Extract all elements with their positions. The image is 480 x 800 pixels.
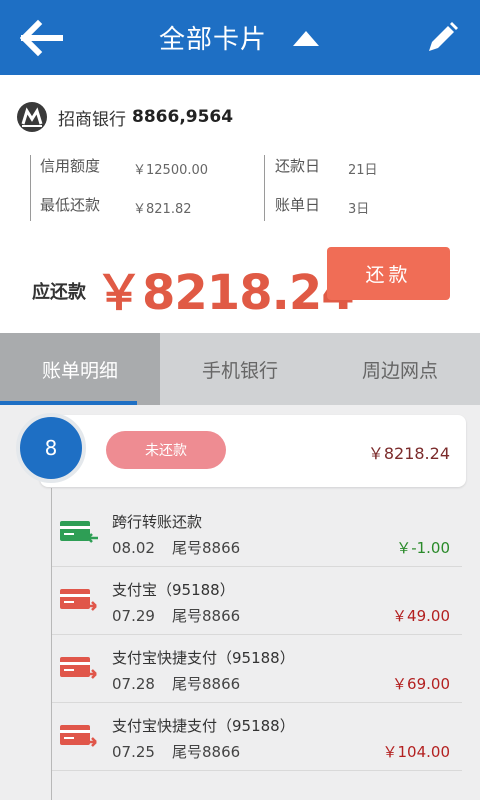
- card-number: 8866,9564: [132, 107, 234, 127]
- repay-day-value: 21日: [348, 163, 378, 178]
- min-payment-value: ￥821.82: [133, 202, 192, 217]
- transaction-name: 支付宝快捷支付（95188）: [112, 717, 295, 735]
- summary-amount: ￥8218.24: [367, 444, 450, 463]
- credit-limit-label: 信用额度: [40, 157, 101, 175]
- bank-name: 招商银行: [58, 109, 126, 130]
- bill-count-badge: 8: [16, 413, 86, 483]
- divider: [30, 155, 31, 221]
- transaction-amount: ￥-1.00: [396, 539, 450, 557]
- tab-bill-detail[interactable]: 账单明细: [0, 333, 160, 405]
- transfer-in-icon: [60, 521, 98, 543]
- tab-bar: 账单明细 手机银行 周边网点: [0, 333, 480, 405]
- card-payment-icon: [60, 589, 97, 611]
- transaction-card-tail: 尾号8866: [172, 539, 241, 557]
- tab-mobile-banking[interactable]: 手机银行: [160, 333, 320, 405]
- transaction-name: 跨行转账还款: [112, 513, 203, 531]
- transaction-name: 支付宝快捷支付（95188）: [112, 649, 295, 667]
- transaction-amount: ￥104.00: [382, 743, 451, 761]
- bill-day-value: 3日: [348, 202, 370, 217]
- transaction-meta: 07.29 尾号8866: [112, 605, 240, 626]
- app-header: 全部卡片: [0, 0, 480, 75]
- title-dropdown[interactable]: 全部卡片: [0, 0, 480, 75]
- amount-due-label: 应还款: [32, 282, 86, 303]
- min-payment-label: 最低还款: [40, 196, 101, 214]
- divider: [264, 155, 265, 221]
- transaction-name: 支付宝（95188）: [112, 581, 235, 599]
- transaction-date: 08.02: [112, 539, 155, 557]
- transaction-card-tail: 尾号8866: [172, 675, 241, 693]
- page-title: 全部卡片: [158, 25, 267, 55]
- transaction-amount: ￥69.00: [392, 675, 450, 693]
- transaction-card-tail: 尾号8866: [172, 607, 241, 625]
- transaction-meta: 07.25 尾号8866: [112, 741, 240, 762]
- transaction-row[interactable]: 支付宝（95188） 07.29 尾号8866 ￥49.00: [52, 569, 462, 635]
- repay-day-label: 还款日: [275, 157, 321, 175]
- bank-row: 招商银行 8866,9564: [16, 100, 233, 134]
- transaction-date: 07.29: [112, 607, 155, 625]
- transaction-meta: 08.02 尾号8866: [112, 537, 240, 558]
- transaction-date: 07.25: [112, 743, 155, 761]
- transaction-amount: ￥49.00: [392, 607, 450, 625]
- card-payment-icon: [60, 725, 97, 747]
- card-info-panel: 招商银行 8866,9564 信用额度 ￥12500.00 最低还款 ￥821.…: [0, 75, 480, 333]
- pay-button[interactable]: 还款: [327, 247, 450, 300]
- tab-nearby-branches[interactable]: 周边网点: [320, 333, 480, 405]
- transaction-meta: 07.28 尾号8866: [112, 673, 240, 694]
- bank-logo-icon: [17, 102, 47, 132]
- pencil-icon[interactable]: [424, 20, 460, 56]
- credit-limit-value: ￥12500.00: [133, 163, 209, 178]
- transaction-row[interactable]: 支付宝快捷支付（95188） 07.28 尾号8866 ￥69.00: [52, 637, 462, 703]
- transaction-card-tail: 尾号8866: [172, 743, 241, 761]
- amount-due-value: ￥8218.24: [95, 265, 355, 321]
- bill-summary[interactable]: 未还款 ￥8218.24: [40, 415, 466, 487]
- transaction-row[interactable]: 支付宝快捷支付（95188） 07.25 尾号8866 ￥104.00: [52, 705, 462, 771]
- card-payment-icon: [60, 657, 97, 679]
- bill-detail-list: 未还款 ￥8218.24 8 跨行转账还款 08.02 尾号8866 ￥-1.00…: [0, 405, 480, 800]
- bill-day-label: 账单日: [275, 196, 321, 214]
- transaction-date: 07.28: [112, 675, 155, 693]
- status-badge: 未还款: [106, 431, 226, 469]
- transaction-row[interactable]: 跨行转账还款 08.02 尾号8866 ￥-1.00: [52, 501, 462, 567]
- caret-up-icon: [293, 30, 319, 46]
